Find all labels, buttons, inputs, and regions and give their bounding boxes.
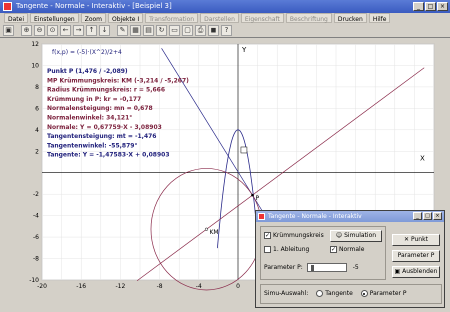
move-right-icon[interactable]: →: [73, 25, 84, 36]
info-line: Radius Krümmungskreis: r = 5,666: [47, 87, 165, 94]
table-icon[interactable]: ▤: [143, 25, 154, 36]
menu-eigenschaft[interactable]: Eigenschaft: [240, 13, 284, 23]
radio-parameter-p[interactable]: [360, 290, 368, 297]
toolbar: ▣ ⊕ ⊖ ⊙ ← → ↑ ↓ ✎ ▦ ▤ ↻ ▭ ▢ ⎙ ◼ ?: [0, 24, 450, 38]
zoom-out-icon[interactable]: ⊖: [34, 25, 45, 36]
dialog-icon: [258, 213, 265, 220]
menu-zoom[interactable]: Zoom: [80, 13, 106, 23]
app-icon: [3, 2, 12, 11]
info-line: Tangentenwinkel: -55,879°: [47, 142, 137, 149]
refresh-icon[interactable]: ↻: [156, 25, 167, 36]
center-km-label: KM: [210, 229, 219, 236]
y-tick-label: 12: [31, 41, 39, 48]
info-line: Punkt P (1,476 / -2,089): [47, 68, 128, 75]
help-icon[interactable]: ?: [221, 25, 232, 36]
y-axis-label: Y: [241, 46, 247, 54]
open-icon[interactable]: ▭: [169, 25, 180, 36]
menu-darstellen[interactable]: Darstellen: [200, 13, 239, 23]
slider-thumb[interactable]: [310, 265, 314, 271]
y-tick-label: -6: [33, 234, 39, 241]
krummungskreis-checkbox[interactable]: ✓ Krümmungskreis: [264, 232, 324, 239]
y-tick-label: -4: [33, 213, 39, 220]
dialog-minimize-icon[interactable]: _: [413, 212, 422, 220]
info-line: Normale: Y = 0,67759·X - 3,08903: [47, 124, 162, 131]
function-label: f(x,p) = (-5)·(X^2)/2+4: [52, 49, 122, 56]
simu-row: Simu-Auswahl: Tangente Parameter P: [264, 290, 407, 297]
checkbox-krummungskreis-box[interactable]: ✓: [264, 232, 271, 239]
dialog-title: Tangente - Normale - Interaktiv: [268, 213, 362, 220]
close-doc-icon[interactable]: ▢: [182, 25, 193, 36]
menu-hilfe[interactable]: Hilfe: [368, 13, 391, 23]
grid-icon[interactable]: ▦: [130, 25, 141, 36]
info-line: Krümmung in P: kr = -0,177: [47, 96, 141, 103]
parameter-slider[interactable]: [306, 263, 347, 272]
y-tick-label: 4: [35, 127, 39, 134]
move-left-icon[interactable]: ←: [60, 25, 71, 36]
menu-beschriftung[interactable]: Beschriftung: [285, 13, 332, 23]
menu-drucken[interactable]: Drucken: [333, 13, 367, 23]
window-title: Tangente - Normale - Interaktiv - [Beisp…: [16, 2, 172, 10]
menu-bar: Datei Einstellungen Zoom Objekte I Transform…: [0, 13, 450, 24]
checkbox-ableitung-box[interactable]: [264, 246, 271, 253]
marker-box: [240, 146, 248, 154]
point-p-label: P: [255, 195, 259, 202]
maximize-icon[interactable]: □: [425, 2, 436, 11]
info-line: Normalensteigung: mn = 0,678: [47, 105, 153, 112]
print-icon[interactable]: ⎙: [195, 25, 206, 36]
menu-transformation[interactable]: Transformation: [145, 13, 199, 23]
close-icon[interactable]: ×: [437, 2, 448, 11]
control-dialog: Tangente - Normale - Interaktiv _ □ × ✓ …: [255, 210, 445, 308]
x-icon: ✕: [404, 236, 411, 243]
checkbox-normale-box[interactable]: ✓: [330, 246, 337, 253]
y-tick-label: -2: [33, 191, 39, 198]
simu-label: Simu-Auswahl:: [264, 290, 309, 297]
dialog-maximize-icon[interactable]: □: [423, 212, 432, 220]
x-tick-label: -12: [115, 283, 125, 290]
parameter-p-button[interactable]: Parameter P: [392, 250, 440, 262]
edit-icon[interactable]: ✎: [117, 25, 128, 36]
y-tick-label: -10: [29, 277, 39, 284]
zoom-in-icon[interactable]: ⊕: [21, 25, 32, 36]
ausblenden-button[interactable]: ▣ Ausblenden: [392, 266, 440, 278]
menu-einstellungen[interactable]: Einstellungen: [30, 13, 79, 23]
save-icon[interactable]: ▣: [3, 25, 14, 36]
parameter-row: Parameter P: -5: [264, 263, 359, 272]
radio-tangente[interactable]: [316, 290, 324, 297]
y-tick-label: 6: [35, 105, 39, 112]
info-line: Normalenwinkel: 34,121°: [47, 115, 132, 122]
x-axis-label: X: [420, 155, 425, 163]
move-up-icon[interactable]: ↑: [86, 25, 97, 36]
ableitung-checkbox[interactable]: 1. Ableitung: [264, 246, 309, 253]
menu-datei[interactable]: Datei: [4, 13, 29, 23]
lock-icon[interactable]: ◼: [208, 25, 219, 36]
simulation-icon: ☺: [335, 232, 345, 239]
simulation-button[interactable]: ☺ Simulation: [330, 230, 382, 242]
y-tick-label: 2: [35, 148, 39, 155]
zoom-icon[interactable]: ⊙: [47, 25, 58, 36]
y-tick-label: 10: [31, 62, 39, 69]
info-line: Tangente: Y = -1,47583·X + 0,08903: [47, 152, 170, 159]
hide-icon: ▣: [394, 268, 403, 275]
normale-checkbox[interactable]: ✓ Normale: [330, 246, 364, 253]
move-down-icon[interactable]: ↓: [99, 25, 110, 36]
dialog-titlebar: Tangente - Normale - Interaktiv _ □ ×: [256, 211, 444, 222]
info-line: Tangentensteigung: mt = -1,476: [47, 133, 156, 140]
punkt-button[interactable]: ✕ Punkt: [392, 234, 440, 246]
info-line: MP Krümmungskreis: KM (-3,214 / -5,267): [47, 77, 189, 84]
x-tick-label: -8: [157, 283, 163, 290]
point-p: [251, 193, 254, 197]
x-tick-label: 0: [236, 283, 240, 290]
y-tick-label: 8: [35, 84, 39, 91]
window-titlebar: Tangente - Normale - Interaktiv - [Beisp…: [0, 0, 450, 13]
menu-objekte-i[interactable]: Objekte I: [108, 13, 144, 23]
center-km: [204, 227, 209, 231]
parameter-value: -5: [352, 264, 359, 271]
x-tick-label: -20: [37, 283, 47, 290]
dialog-close-icon[interactable]: ×: [433, 212, 442, 220]
minimize-icon[interactable]: _: [413, 2, 424, 11]
x-tick-label: -16: [76, 283, 86, 290]
y-tick-label: -8: [33, 256, 39, 263]
